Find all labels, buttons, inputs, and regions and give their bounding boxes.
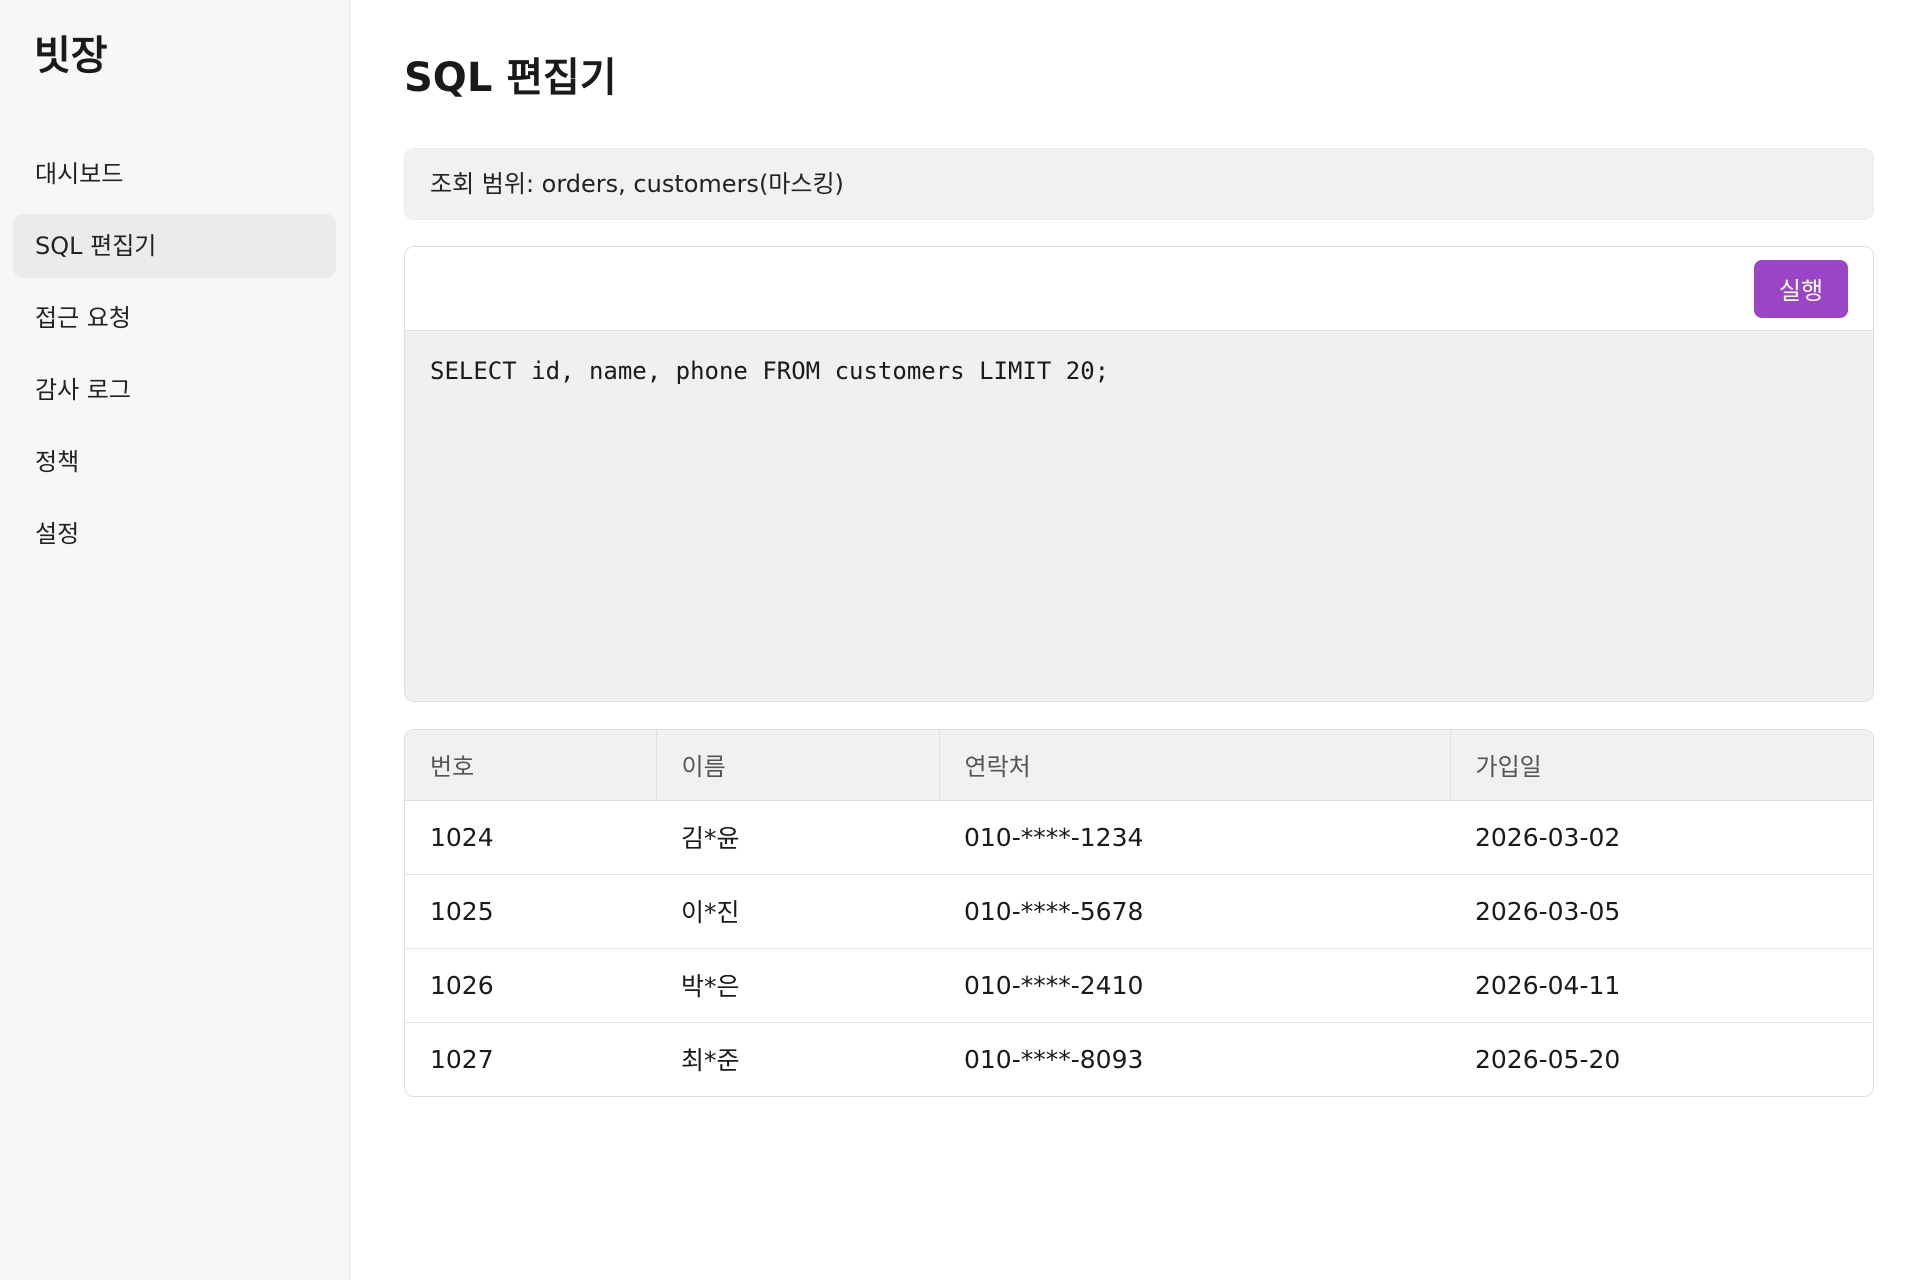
cell-name: 박*은 — [656, 948, 939, 1023]
column-header-phone: 연락처 — [939, 730, 1451, 801]
cell-id: 1026 — [405, 948, 656, 1023]
cell-id: 1024 — [405, 800, 656, 875]
sidebar-item-settings[interactable]: 설정 — [13, 502, 336, 566]
cell-phone: 010-****-1234 — [939, 800, 1450, 875]
cell-name: 김*윤 — [656, 800, 939, 875]
sidebar-item-sql-editor[interactable]: SQL 편집기 — [13, 214, 336, 278]
table-header-row: 번호 이름 연락처 가입일 — [405, 730, 1873, 801]
cell-phone: 010-****-5678 — [939, 874, 1450, 949]
table-row: 1026 박*은 010-****-2410 2026-04-11 — [405, 948, 1873, 1023]
sidebar-item-audit-log[interactable]: 감사 로그 — [13, 358, 336, 422]
app-window: 빗장 대시보드 SQL 편집기 접근 요청 감사 로그 정책 설정 SQL 편집… — [0, 0, 1920, 1280]
brand-logo: 빗장 — [34, 33, 108, 79]
column-header-joined: 가입일 — [1450, 730, 1873, 801]
editor-toolbar: 실행 — [405, 247, 1873, 331]
column-header-id: 번호 — [405, 730, 657, 801]
sql-editor-panel: 실행 SELECT id, name, phone FROM customers… — [404, 246, 1874, 702]
sidebar-item-dashboard[interactable]: 대시보드 — [13, 142, 336, 206]
table-row: 1027 최*준 010-****-8093 2026-05-20 — [405, 1022, 1873, 1096]
cell-joined: 2026-04-11 — [1450, 948, 1873, 1023]
cell-name: 이*진 — [656, 874, 939, 949]
run-button[interactable]: 실행 — [1754, 259, 1848, 318]
cell-id: 1025 — [405, 874, 656, 949]
table-row: 1024 김*윤 010-****-1234 2026-03-02 — [405, 800, 1873, 875]
main-content: SQL 편집기 조회 범위: orders, customers(마스킹) 실행… — [350, 0, 1920, 1280]
cell-name: 최*준 — [681, 1046, 740, 1076]
results-table: 번호 이름 연락처 가입일 1024 김*윤 010-****-1234 202… — [404, 729, 1874, 1097]
query-scope-banner: 조회 범위: orders, customers(마스킹) — [404, 148, 1874, 220]
cell-phone: 010-****-8093 — [964, 1044, 1144, 1074]
sidebar-item-access-requests[interactable]: 접근 요청 — [13, 286, 336, 350]
sidebar-nav: 대시보드 SQL 편집기 접근 요청 감사 로그 정책 설정 — [13, 142, 336, 566]
cell-phone: 010-****-2410 — [939, 948, 1450, 1023]
cell-joined: 2026-03-02 — [1450, 800, 1873, 875]
cell-joined: 2026-03-05 — [1450, 874, 1873, 949]
sidebar-item-policies[interactable]: 정책 — [13, 430, 336, 494]
column-header-name: 이름 — [656, 730, 940, 801]
cell-joined: 2026-05-20 — [1475, 1044, 1621, 1074]
sql-query-editor[interactable]: SELECT id, name, phone FROM customers LI… — [405, 331, 1873, 701]
cell-id: 1027 — [430, 1044, 494, 1074]
table-row: 1025 이*진 010-****-5678 2026-03-05 — [405, 874, 1873, 949]
page-title: SQL 편집기 — [404, 55, 617, 101]
sidebar: 빗장 대시보드 SQL 편집기 접근 요청 감사 로그 정책 설정 — [0, 0, 350, 1280]
